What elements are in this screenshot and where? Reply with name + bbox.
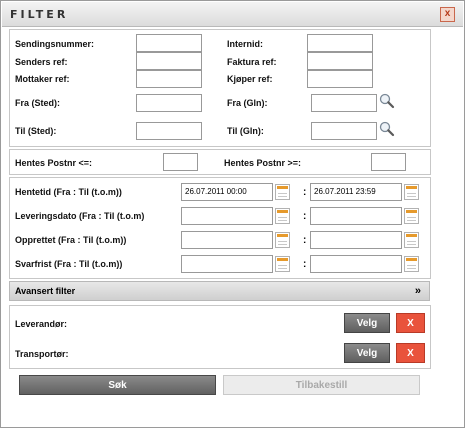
- label-transportor: Transportør:: [15, 349, 69, 359]
- reference-section: Sendingsnummer: Internid: Senders ref: F…: [9, 29, 431, 147]
- label-til-sted: Til (Sted):: [15, 126, 57, 136]
- label-postnr-from: Hentes Postnr <=:: [15, 158, 93, 168]
- label-fra-sted: Fra (Sted):: [15, 98, 60, 108]
- label-til-gln: Til (Gln):: [227, 126, 264, 136]
- label-fra-gln: Fra (Gln):: [227, 98, 268, 108]
- date-section: Hentetid (Fra : Til (t.o.m)) 26.07.2011 …: [9, 177, 431, 279]
- magnifier-icon[interactable]: [378, 120, 396, 138]
- til-sted-input[interactable]: [136, 122, 202, 140]
- date-to-input[interactable]: [310, 207, 402, 225]
- date-to-input[interactable]: 26.07.2011 23:59: [310, 183, 402, 201]
- range-separator: :: [303, 259, 307, 270]
- date-from-input[interactable]: [181, 207, 273, 225]
- picker-section: Leverandør: Velg X Transportør: Velg X: [9, 305, 431, 369]
- transportor-velg-button[interactable]: Velg: [344, 343, 390, 363]
- label-mottaker-ref: Mottaker ref:: [15, 74, 70, 84]
- leverandor-velg-button[interactable]: Velg: [344, 313, 390, 333]
- calendar-icon[interactable]: [275, 184, 290, 200]
- transportor-clear-button[interactable]: X: [396, 343, 425, 363]
- mottaker-ref-input[interactable]: [136, 70, 202, 88]
- label-kjoper-ref: Kjøper ref:: [227, 74, 273, 84]
- label-faktura-ref: Faktura ref:: [227, 57, 277, 67]
- reset-button[interactable]: Tilbakestill: [223, 375, 420, 395]
- internid-input[interactable]: [307, 34, 373, 52]
- date-row-label: Leveringsdato (Fra : Til (t.o.m): [15, 211, 145, 221]
- range-separator: :: [303, 235, 307, 246]
- date-from-input[interactable]: [181, 255, 273, 273]
- calendar-icon[interactable]: [404, 232, 419, 248]
- label-senders-ref: Senders ref:: [15, 57, 68, 67]
- faktura-ref-input[interactable]: [307, 52, 373, 70]
- title-bar: FILTER x: [2, 2, 463, 27]
- close-icon[interactable]: x: [440, 7, 455, 22]
- postnr-section: Hentes Postnr <=: Hentes Postnr >=:: [9, 149, 431, 175]
- calendar-icon[interactable]: [275, 208, 290, 224]
- dialog-title: FILTER: [10, 8, 69, 21]
- calendar-icon[interactable]: [404, 256, 419, 272]
- calendar-icon[interactable]: [404, 208, 419, 224]
- sendingsnummer-input[interactable]: [136, 34, 202, 52]
- label-sendingsnummer: Sendingsnummer:: [15, 39, 95, 49]
- range-separator: :: [303, 211, 307, 222]
- label-internid: Internid:: [227, 39, 263, 49]
- label-postnr-to: Hentes Postnr >=:: [224, 158, 302, 168]
- postnr-from-input[interactable]: [163, 153, 198, 171]
- date-row-label: Hentetid (Fra : Til (t.o.m)): [15, 187, 122, 197]
- label-leverandor: Leverandør:: [15, 319, 68, 329]
- double-chevron-icon: »: [414, 285, 421, 297]
- date-to-input[interactable]: [310, 231, 402, 249]
- kjoper-ref-input[interactable]: [307, 70, 373, 88]
- date-row-label: Svarfrist (Fra : Til (t.o.m)): [15, 259, 123, 269]
- fra-sted-input[interactable]: [136, 94, 202, 112]
- search-button[interactable]: Søk: [19, 375, 216, 395]
- date-to-input[interactable]: [310, 255, 402, 273]
- advanced-filter-toggle[interactable]: Avansert filter »: [9, 281, 430, 301]
- calendar-icon[interactable]: [275, 232, 290, 248]
- date-row-label: Opprettet (Fra : Til (t.o.m)): [15, 235, 127, 245]
- calendar-icon[interactable]: [275, 256, 290, 272]
- til-gln-input[interactable]: [311, 122, 377, 140]
- date-from-input[interactable]: [181, 231, 273, 249]
- calendar-icon[interactable]: [404, 184, 419, 200]
- leverandor-clear-button[interactable]: X: [396, 313, 425, 333]
- range-separator: :: [303, 187, 307, 198]
- postnr-to-input[interactable]: [371, 153, 406, 171]
- magnifier-icon[interactable]: [378, 92, 396, 110]
- senders-ref-input[interactable]: [136, 52, 202, 70]
- advanced-filter-label: Avansert filter: [15, 286, 76, 296]
- filter-dialog: FILTER x Sendingsnummer: Internid: Sende…: [0, 0, 465, 428]
- date-from-input[interactable]: 26.07.2011 00:00: [181, 183, 273, 201]
- fra-gln-input[interactable]: [311, 94, 377, 112]
